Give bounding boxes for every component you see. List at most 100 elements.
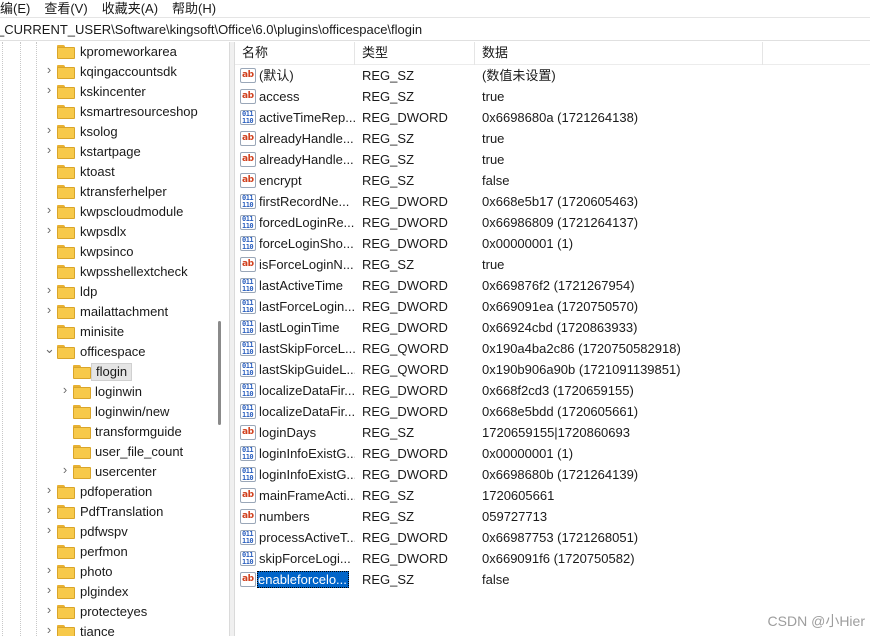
- tree-item[interactable]: › tiance: [0, 622, 229, 636]
- value-row[interactable]: ab access REG_SZ true: [235, 86, 870, 107]
- tree-item[interactable]: › kskincenter: [0, 82, 229, 102]
- value-rows: ab (默认) REG_SZ (数值未设置) ab access REG_SZ true 011…: [235, 65, 870, 590]
- address-bar[interactable]: _CURRENT_USER\Software\kingsoft\Office\6…: [0, 17, 870, 41]
- tree-item[interactable]: ktoast: [0, 162, 229, 182]
- value-row[interactable]: 011 110 forcedLoginRe... REG_DWORD 0x6698680…: [235, 212, 870, 233]
- binary-value-icon: 011 110: [240, 383, 256, 398]
- tree-item[interactable]: › pdfwspv: [0, 522, 229, 542]
- tree-item[interactable]: › protecteyes: [0, 602, 229, 622]
- value-row[interactable]: ab mainFrameActi... REG_SZ 1720605661: [235, 485, 870, 506]
- icon-glyph: 110: [242, 411, 254, 419]
- tree-item[interactable]: › usercenter: [0, 462, 229, 482]
- tree-item[interactable]: flogin: [0, 362, 229, 382]
- tree-item[interactable]: perfmon: [0, 542, 229, 562]
- value-row[interactable]: ab loginDays REG_SZ 1720659155|1720860693: [235, 422, 870, 443]
- tree-item[interactable]: ksmartresourceshop: [0, 102, 229, 122]
- tree-item[interactable]: › plgindex: [0, 582, 229, 602]
- column-header-type[interactable]: 类型: [355, 42, 475, 65]
- chevron-right-icon[interactable]: ›: [44, 503, 54, 516]
- chevron-right-icon[interactable]: ›: [44, 83, 54, 96]
- tree-item[interactable]: › ksolog: [0, 122, 229, 142]
- chevron-right-icon[interactable]: ›: [44, 63, 54, 76]
- value-row[interactable]: ab numbers REG_SZ 059727713: [235, 506, 870, 527]
- value-row[interactable]: ab isForceLoginN... REG_SZ true: [235, 254, 870, 275]
- value-name: alreadyHandle...: [259, 152, 354, 167]
- value-row[interactable]: 011 110 forceLoginSho... REG_DWORD 0x0000000…: [235, 233, 870, 254]
- registry-tree[interactable]: kpromeworkarea › kqingaccountsdk › kskincent…: [0, 42, 229, 636]
- value-data: 0x190b906a90b (1721091139851): [482, 362, 681, 377]
- value-row[interactable]: 011 110 loginInfoExistG... REG_DWORD 0x66986…: [235, 464, 870, 485]
- tree-item[interactable]: › kqingaccountsdk: [0, 62, 229, 82]
- value-row[interactable]: 011 110 skipForceLogi... REG_DWORD 0x669091f…: [235, 548, 870, 569]
- chevron-right-icon[interactable]: ›: [44, 283, 54, 296]
- tree-item[interactable]: user_file_count: [0, 442, 229, 462]
- tree-item[interactable]: › ldp: [0, 282, 229, 302]
- chevron-right-icon[interactable]: ›: [44, 583, 54, 596]
- tree-item[interactable]: ⌄ officespace: [0, 342, 229, 362]
- tree-scrollbar-thumb[interactable]: [218, 321, 221, 425]
- value-row[interactable]: 011 110 firstRecordNe... REG_DWORD 0x668e5b1…: [235, 191, 870, 212]
- menu-item[interactable]: 帮助(H): [168, 1, 220, 16]
- value-row[interactable]: 011 110 lastLoginTime REG_DWORD 0x66924cbd (…: [235, 317, 870, 338]
- address-path[interactable]: _CURRENT_USER\Software\kingsoft\Office\6…: [0, 22, 422, 37]
- chevron-right-icon[interactable]: ›: [44, 623, 54, 636]
- tree-item[interactable]: kpromeworkarea: [0, 42, 229, 62]
- value-row[interactable]: 011 110 lastSkipForceL... REG_QWORD 0x190a4b…: [235, 338, 870, 359]
- tree-item[interactable]: › kwpsdlx: [0, 222, 229, 242]
- value-row[interactable]: 011 110 loginInfoExistG... REG_DWORD 0x00000…: [235, 443, 870, 464]
- value-row[interactable]: 011 110 activeTimeRep... REG_DWORD 0x6698680…: [235, 107, 870, 128]
- tree-item[interactable]: minisite: [0, 322, 229, 342]
- column-header-data[interactable]: 数据: [475, 42, 763, 65]
- chevron-down-icon[interactable]: ⌄: [44, 342, 55, 355]
- value-row[interactable]: ab encrypt REG_SZ false: [235, 170, 870, 191]
- tree-item[interactable]: loginwin/new: [0, 402, 229, 422]
- folder-icon: [57, 285, 75, 299]
- value-row[interactable]: 011 110 localizeDataFir... REG_DWORD 0x668f2…: [235, 380, 870, 401]
- value-row[interactable]: 011 110 lastActiveTime REG_DWORD 0x669876f2 …: [235, 275, 870, 296]
- value-row[interactable]: 011 110 lastForceLogin... REG_DWORD 0x669091…: [235, 296, 870, 317]
- value-row[interactable]: 011 110 lastSkipGuideL... REG_QWORD 0x190b90…: [235, 359, 870, 380]
- tree-item[interactable]: › pdfoperation: [0, 482, 229, 502]
- column-header-name[interactable]: 名称: [235, 42, 355, 65]
- value-row[interactable]: ab (默认) REG_SZ (数值未设置): [235, 65, 870, 86]
- chevron-right-icon[interactable]: ›: [44, 523, 54, 536]
- chevron-right-icon[interactable]: ›: [44, 563, 54, 576]
- folder-icon: [57, 125, 75, 139]
- tree-item[interactable]: › loginwin: [0, 382, 229, 402]
- value-data: 1720605661: [482, 488, 555, 503]
- string-value-icon: ab: [240, 425, 256, 440]
- tree-item[interactable]: transformguide: [0, 422, 229, 442]
- value-row[interactable]: 011 110 processActiveT... REG_DWORD 0x669877…: [235, 527, 870, 548]
- binary-value-icon: 011 110: [240, 110, 256, 125]
- menu-item[interactable]: 查看(V): [40, 1, 91, 16]
- chevron-right-icon[interactable]: ›: [60, 383, 70, 396]
- chevron-right-icon[interactable]: ›: [44, 143, 54, 156]
- value-row[interactable]: ab enableforcelo... REG_SZ false: [235, 569, 870, 590]
- chevron-right-icon[interactable]: ›: [44, 603, 54, 616]
- chevron-right-icon[interactable]: ›: [44, 123, 54, 136]
- tree-item-label: kqingaccountsdk: [80, 64, 177, 79]
- chevron-right-icon[interactable]: ›: [44, 303, 54, 316]
- value-row[interactable]: ab alreadyHandle... REG_SZ true: [235, 128, 870, 149]
- tree-item[interactable]: › PdfTranslation: [0, 502, 229, 522]
- value-name-cell: 011 110 firstRecordNe...: [235, 191, 355, 212]
- tree-item[interactable]: › kwpscloudmodule: [0, 202, 229, 222]
- tree-item[interactable]: ktransferhelper: [0, 182, 229, 202]
- folder-icon: [57, 225, 75, 239]
- value-row[interactable]: 011 110 localizeDataFir... REG_DWORD 0x668e5…: [235, 401, 870, 422]
- binary-value-icon: 011 110: [240, 236, 256, 251]
- tree-item[interactable]: kwpsshellextcheck: [0, 262, 229, 282]
- tree-item[interactable]: kwpsinco: [0, 242, 229, 262]
- tree-item[interactable]: › mailattachment: [0, 302, 229, 322]
- value-row[interactable]: ab alreadyHandle... REG_SZ true: [235, 149, 870, 170]
- menu-item[interactable]: 编(E): [0, 1, 34, 16]
- tree-item-label: tiance: [80, 624, 115, 636]
- chevron-right-icon[interactable]: ›: [60, 463, 70, 476]
- tree-item[interactable]: › kstartpage: [0, 142, 229, 162]
- chevron-right-icon[interactable]: ›: [44, 483, 54, 496]
- chevron-right-icon[interactable]: ›: [44, 223, 54, 236]
- value-name: localizeDataFir...: [259, 383, 355, 398]
- chevron-right-icon[interactable]: ›: [44, 203, 54, 216]
- menu-item[interactable]: 收藏夹(A): [98, 1, 162, 16]
- tree-item[interactable]: › photo: [0, 562, 229, 582]
